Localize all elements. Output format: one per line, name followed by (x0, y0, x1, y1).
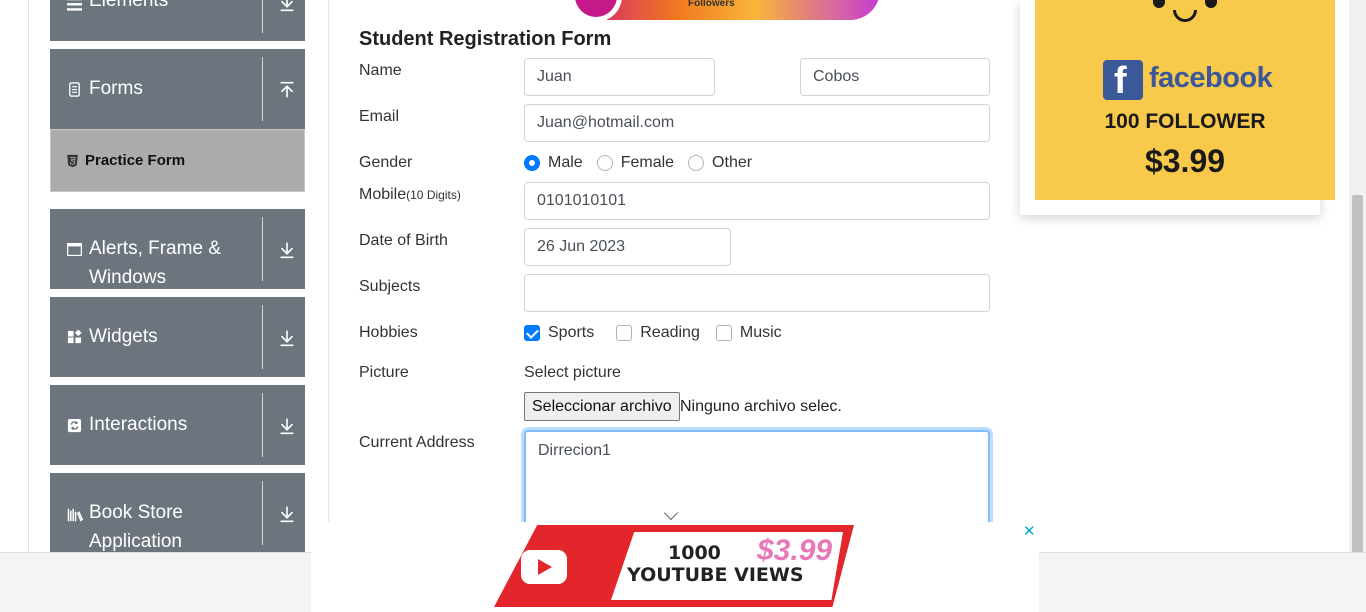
instagram-logo (570, 0, 622, 22)
widgets-icon (67, 330, 82, 344)
dob-label: Date of Birth (359, 232, 448, 249)
gender-option-label[interactable]: Female (621, 154, 674, 172)
picture-label: Picture (359, 364, 409, 381)
gender-option-label[interactable]: Other (712, 154, 752, 172)
close-icon[interactable]: ✕ (1023, 522, 1036, 540)
bottom-ad[interactable]: 1000 YOUTUBE VIEWS $3.99 ✕ (311, 522, 1039, 612)
current-address-textarea[interactable]: Dirrecion1 (524, 430, 990, 530)
email-label: Email (359, 108, 400, 125)
file-status: Ninguno archivo selec. (680, 398, 842, 415)
dob-input[interactable]: 26 Jun 2023 (524, 228, 731, 266)
subjects-input[interactable] (524, 274, 990, 312)
hobby-checkbox-music[interactable] (715, 325, 732, 341)
sidebar-group-widgets[interactable]: Widgets (50, 297, 305, 377)
right-ad[interactable]: f facebook 100 FOLLOWER $3.99 (1035, 0, 1335, 200)
sidebar-item-label: Practice Form (85, 152, 186, 169)
email-input[interactable]: Juan@hotmail.com (524, 104, 990, 142)
last-name-input[interactable]: Cobos (800, 58, 990, 96)
gender-options: Male Female Other (524, 154, 766, 172)
divider (262, 393, 263, 457)
sidebar-group-label: Interactions (89, 414, 188, 435)
top-banner-ad[interactable]: Followers (570, 0, 880, 22)
hamburger-icon (67, 0, 82, 11)
mobile-label-text: Mobile (359, 186, 407, 203)
bottom-ad-price: $3.99 (757, 534, 833, 567)
sidebar-group-label-line2: Windows (89, 267, 167, 288)
name-label: Name (359, 62, 402, 79)
mobile-input[interactable]: 0101010101 (524, 182, 990, 220)
divider (262, 481, 263, 545)
hobby-option-label[interactable]: Sports (548, 324, 594, 342)
gender-radio-other[interactable] (688, 155, 705, 171)
play-icon (538, 559, 552, 575)
bottom-ad-line1: 1000 (668, 542, 721, 564)
arrow-down-icon[interactable] (276, 239, 298, 261)
choose-file-button[interactable]: Seleccionar archivo (524, 392, 680, 421)
arrow-down-icon[interactable] (276, 415, 298, 437)
gender-radio-female[interactable] (596, 155, 613, 171)
scrollbar-thumb[interactable] (1352, 195, 1363, 557)
emoji-smile (1173, 10, 1197, 22)
sidebar-group-alerts[interactable]: Alerts, Frame & Windows (50, 209, 305, 289)
bookstore-icon (67, 508, 84, 522)
right-ad-price: $3.99 (1144, 143, 1226, 179)
picture-hint: Select picture (524, 364, 621, 381)
sidebar-group-forms[interactable]: Forms (50, 49, 305, 129)
emoji-eye (1153, 0, 1165, 8)
sidebar-item-practice-form[interactable]: Practice Form (50, 129, 305, 192)
hobby-checkbox-sports[interactable] (524, 325, 540, 341)
divider (262, 217, 263, 281)
sidebar-group-label: Forms (89, 78, 143, 99)
sidebar-group-label: Widgets (89, 326, 158, 347)
form-title: Student Registration Form (359, 28, 612, 50)
mobile-hint: (10 Digits) (406, 188, 461, 202)
address-label: Current Address (359, 434, 475, 451)
gender-radio-male[interactable] (524, 155, 540, 171)
sidebar-group-bookstore[interactable]: Book Store Application (50, 473, 305, 552)
hobbies-options: Sports Reading Music (524, 324, 796, 342)
facebook-wordmark: facebook (1149, 62, 1273, 94)
right-ad-line: 100 FOLLOWER (1104, 110, 1266, 133)
subjects-label: Subjects (359, 278, 421, 295)
arrow-down-icon[interactable] (276, 327, 298, 349)
divider (262, 57, 263, 121)
hobby-option-label[interactable]: Music (740, 324, 782, 342)
hobby-option-label[interactable]: Reading (640, 324, 700, 342)
gender-label: Gender (359, 154, 413, 171)
emoji-eye (1205, 0, 1217, 8)
first-name-input[interactable]: Juan (524, 58, 715, 96)
arrow-up-icon[interactable] (276, 79, 298, 101)
sidebar-group-label: Elements (89, 0, 169, 11)
main-column-border (328, 0, 329, 552)
gender-option-label[interactable]: Male (548, 154, 583, 172)
left-column-border (28, 0, 29, 552)
divider (262, 305, 263, 369)
window-icon (67, 242, 82, 257)
arrow-down-icon[interactable] (276, 0, 298, 14)
sidebar-group-elements[interactable]: Elements (50, 0, 305, 41)
sidebar-group-interactions[interactable]: Interactions (50, 385, 305, 465)
html5-icon (67, 154, 78, 168)
divider (262, 0, 263, 33)
sidebar-group-label: Book Store (89, 502, 183, 523)
top-banner-text: Followers (688, 0, 735, 9)
interactions-icon (67, 418, 82, 433)
mobile-label: Mobile(10 Digits) (359, 186, 461, 204)
page: Elements Forms Practice Form Alerts, Fra… (0, 0, 1366, 612)
hobby-checkbox-reading[interactable] (616, 325, 633, 341)
hobbies-label: Hobbies (359, 324, 418, 341)
document-icon (69, 82, 80, 97)
facebook-letter: f (1114, 60, 1127, 102)
sidebar-group-label: Alerts, Frame & (89, 238, 221, 259)
arrow-down-icon[interactable] (276, 503, 298, 525)
